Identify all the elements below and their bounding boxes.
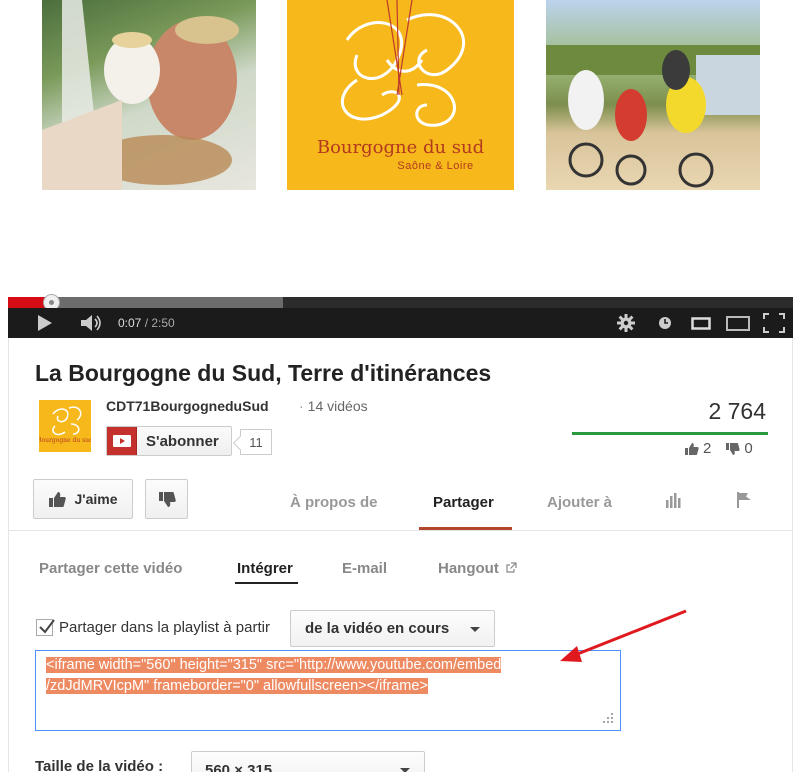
chevron-down-icon (470, 627, 480, 632)
thumbs-down-icon (726, 442, 740, 455)
video-title: La Bourgogne du Sud, Terre d'itinérances (35, 360, 492, 386)
poster-logo-title: Bourgogne du sud (316, 137, 485, 158)
progress-bar[interactable] (8, 294, 793, 311)
player-controls: 0:07 / 2:50 (8, 308, 793, 338)
poster-boat-image (42, 0, 256, 190)
channel-name-link[interactable]: CDT71BourgogneduSud (106, 398, 269, 414)
video-player[interactable]: Bourgogne du sud Saône & Loire (0, 0, 800, 297)
like-button-label: J'aime (74, 491, 118, 507)
flag-icon (737, 492, 751, 508)
volume-button[interactable] (78, 308, 106, 338)
embed-code-textarea[interactable]: <iframe width="560" height="315" src="ht… (35, 650, 621, 731)
current-time: 0:07 (118, 316, 142, 330)
dislike-count: 0 (744, 440, 753, 457)
subscriber-count: 11 (240, 429, 272, 455)
embed-code-selected: <iframe width="560" height="315" src="ht… (46, 657, 502, 694)
like-stats: 2 0 (684, 440, 753, 457)
tab-statistics[interactable] (665, 491, 683, 513)
subtab-share-video[interactable]: Partager cette vidéo (39, 560, 182, 577)
fullscreen-button[interactable] (760, 308, 788, 338)
embed-code-line2: /zdJdMRVIcpM" frameborder="0" allowfulls… (46, 678, 428, 694)
large-player-button[interactable] (724, 308, 752, 338)
volume-icon (81, 315, 101, 331)
youtube-play-icon (107, 427, 137, 455)
channel-video-count-text: 14 vidéos (307, 398, 368, 414)
tab-about[interactable]: À propos de (290, 494, 378, 511)
divider (9, 530, 792, 531)
subtab-hangout-label: Hangout (438, 560, 499, 577)
video-size-label: Taille de la vidéo : (35, 758, 164, 772)
playlist-checkbox[interactable] (36, 619, 55, 636)
playlist-checkbox-label: Partager dans la playlist à partir (59, 619, 270, 636)
poster-bourgogne-logo: Bourgogne du sud Saône & Loire (287, 0, 514, 190)
video-info-panel: La Bourgogne du Sud, Terre d'itinérances… (8, 338, 793, 772)
subscribe-label: S'abonner (146, 432, 219, 450)
time-display: 0:07 / 2:50 (118, 316, 175, 330)
tab-share[interactable]: Partager (433, 494, 494, 511)
tab-add-to[interactable]: Ajouter à (547, 494, 612, 511)
poster-logo-subtitle: Saône & Loire (397, 160, 474, 172)
view-count: 2 764 (708, 398, 766, 424)
subscribe-button[interactable]: S'abonner (106, 426, 232, 456)
playlist-start-select[interactable]: de la vidéo en cours (290, 610, 495, 647)
dislike-button[interactable] (145, 479, 188, 519)
play-icon (38, 315, 52, 331)
chevron-down-icon (400, 768, 410, 772)
like-button[interactable]: J'aime (33, 479, 133, 519)
active-subtab-indicator (235, 582, 298, 584)
watch-later-button[interactable] (653, 308, 677, 338)
clock-icon (659, 317, 671, 329)
svg-text:Bourgogne du sud: Bourgogne du sud (39, 437, 91, 444)
subtab-email[interactable]: E-mail (342, 560, 387, 577)
thumbs-down-icon (158, 491, 176, 507)
small-player-button[interactable] (688, 308, 714, 338)
external-link-icon (506, 562, 517, 573)
thumbs-up-icon (49, 491, 67, 507)
playlist-select-value: de la vidéo en cours (305, 620, 450, 637)
poster-cyclists-image (546, 0, 760, 190)
small-player-icon (691, 316, 711, 330)
play-button[interactable] (30, 308, 58, 338)
settings-button[interactable] (614, 308, 638, 338)
like-ratio-bar (572, 432, 768, 435)
embed-code-line1: <iframe width="560" height="315" src="ht… (46, 657, 502, 673)
statistics-icon (666, 493, 681, 508)
fullscreen-icon (763, 313, 785, 333)
thumbs-up-icon (685, 442, 699, 455)
duration: 2:50 (151, 316, 175, 330)
channel-avatar[interactable]: Bourgogne du sud (39, 400, 91, 452)
checkmark-icon (39, 619, 55, 634)
video-size-select[interactable]: 560 × 315 (191, 751, 425, 772)
settings-icon (617, 314, 635, 332)
video-size-value: 560 × 315 (205, 762, 273, 772)
large-player-icon (726, 315, 750, 331)
channel-video-count: · 14 vidéos (299, 398, 368, 414)
tab-report[interactable] (736, 491, 754, 513)
resize-grip-icon[interactable] (602, 712, 614, 724)
subtab-hangout[interactable]: Hangout (438, 560, 517, 577)
like-count: 2 (703, 440, 712, 457)
subtab-embed[interactable]: Intégrer (237, 560, 293, 577)
